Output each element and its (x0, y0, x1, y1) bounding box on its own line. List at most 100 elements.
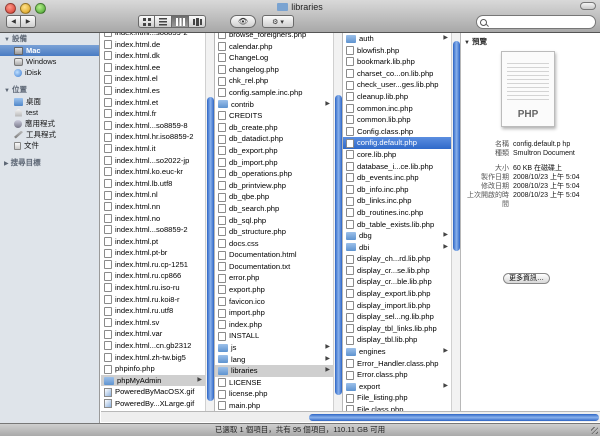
list-item[interactable]: index.html.nl (101, 189, 214, 201)
sidebar-section-devices[interactable]: ▼ 設備 (0, 33, 99, 45)
list-item[interactable]: db_links.inc.php (343, 195, 460, 207)
icon-view-button[interactable] (138, 15, 155, 28)
sidebar-item-mac[interactable]: Mac (0, 45, 99, 56)
sidebar-item-idisk[interactable]: iDisk (0, 67, 99, 78)
list-item[interactable]: display_export.lib.php (343, 288, 460, 300)
list-item[interactable]: index.html...so2022-jp (101, 155, 214, 167)
list-item[interactable]: bookmark.lib.php (343, 56, 460, 68)
list-item[interactable]: display_cr...ble.lib.php (343, 276, 460, 288)
list-item[interactable]: Documentation.html (215, 249, 342, 261)
list-item[interactable]: phpinfo.php (101, 363, 214, 375)
action-menu-button[interactable]: ⚙ ▾ (262, 15, 294, 28)
list-item[interactable]: index.html.de (101, 39, 214, 51)
coverflow-view-button[interactable] (189, 15, 206, 28)
list-item[interactable]: display_cr...se.lib.php (343, 265, 460, 277)
list-item[interactable]: db_datadict.php (215, 133, 342, 145)
list-item[interactable]: index.html.ru.cp-1251 (101, 259, 214, 271)
horizontal-scroll-thumb[interactable] (309, 414, 599, 421)
list-item[interactable]: display_ch...rd.lib.php (343, 253, 460, 265)
list-item[interactable]: chk_rel.php (215, 75, 342, 87)
list-item[interactable]: charset_co...on.lib.php (343, 68, 460, 80)
list-item[interactable]: check_user...ges.lib.php (343, 79, 460, 91)
column-view-button[interactable] (172, 15, 189, 28)
list-item[interactable]: index.html.hr.iso8859-2 (101, 131, 214, 143)
list-item[interactable]: index.html.nn (101, 201, 214, 213)
column-1-scroll-thumb[interactable] (207, 97, 214, 401)
back-button[interactable]: ◀ (6, 15, 21, 28)
list-item[interactable]: index.html.var (101, 328, 214, 340)
list-item[interactable]: db_info.inc.php (343, 184, 460, 196)
list-item[interactable]: index.html.es (101, 85, 214, 97)
list-item[interactable]: CREDITS (215, 110, 342, 122)
list-item[interactable]: display_tbl_links.lib.php (343, 323, 460, 335)
search-field[interactable] (476, 15, 596, 29)
list-item[interactable]: index.html.pt-br (101, 247, 214, 259)
list-item[interactable]: db_events.inc.php (343, 172, 460, 184)
sidebar-section-places[interactable]: ▼ 位置 (0, 84, 99, 96)
list-item[interactable]: database_i...ce.lib.php (343, 161, 460, 173)
list-item[interactable]: index.html.ru.cp866 (101, 270, 214, 282)
sidebar-item-windows[interactable]: Windows (0, 56, 99, 67)
list-item[interactable]: db_sql.php (215, 215, 342, 227)
list-item[interactable]: ChangeLog (215, 52, 342, 64)
list-view-button[interactable] (155, 15, 172, 28)
horizontal-scrollbar[interactable] (101, 411, 600, 422)
list-item[interactable]: index.html.et (101, 97, 214, 109)
sidebar-item-home[interactable]: test (0, 107, 99, 118)
list-item[interactable]: Config.class.php (343, 126, 460, 138)
list-item[interactable]: index.html.pt (101, 236, 214, 248)
list-item[interactable]: common.inc.php (343, 103, 460, 115)
forward-button[interactable]: ▶ (21, 15, 36, 28)
column-1-scrollbar[interactable] (205, 33, 214, 411)
list-item[interactable]: display_sel...ng.lib.php (343, 311, 460, 323)
list-item[interactable]: db_table_exists.lib.php (343, 219, 460, 231)
list-item[interactable]: INSTALL (215, 330, 342, 342)
list-item[interactable]: export.php (215, 284, 342, 296)
search-input[interactable] (493, 18, 593, 26)
list-item[interactable]: dbi ▶ (343, 242, 460, 254)
list-item[interactable]: common.lib.php (343, 114, 460, 126)
quick-look-button[interactable]: 👁 (230, 15, 256, 28)
list-item[interactable]: db_import.php (215, 157, 342, 169)
list-item[interactable]: File_listing.php (343, 392, 460, 404)
list-item[interactable]: index.html.ko.euc-kr (101, 166, 214, 178)
sidebar-item-documents[interactable]: 文件 (0, 140, 99, 151)
list-item[interactable]: changelog.php (215, 64, 342, 76)
list-item[interactable]: blowfish.php (343, 45, 460, 57)
sidebar-section-search[interactable]: ▶ 搜尋目標 (0, 157, 99, 169)
resize-grip-icon[interactable] (591, 427, 598, 434)
column-3-scrollbar[interactable] (451, 33, 460, 411)
list-item[interactable]: Error_Handler.class.php (343, 358, 460, 370)
column-2-scroll-thumb[interactable] (335, 95, 342, 395)
list-item[interactable]: Error.class.php (343, 369, 460, 381)
list-item[interactable]: LICENSE (215, 377, 342, 389)
list-item[interactable]: PoweredBy...XLarge.gif (101, 398, 214, 410)
list-item[interactable]: index.html.no (101, 213, 214, 225)
column-2-scrollbar[interactable] (333, 33, 342, 411)
column-2[interactable]: browse_foreigners.php calendar.php ChangeL… (215, 33, 343, 411)
list-item[interactable]: core.lib.php (343, 149, 460, 161)
sidebar-item-desktop[interactable]: 桌面 (0, 96, 99, 107)
list-item[interactable]: import.php (215, 307, 342, 319)
list-item[interactable]: lang ▶ (215, 354, 342, 366)
list-item[interactable]: index.html...so8859-2 (101, 224, 214, 236)
list-item[interactable]: phpMyAdmin ▶ (101, 374, 214, 387)
list-item[interactable]: index.html.ee (101, 62, 214, 74)
list-item[interactable]: favicon.ico (215, 296, 342, 308)
list-item[interactable]: db_printview.php (215, 180, 342, 192)
list-item[interactable]: db_create.php (215, 122, 342, 134)
list-item[interactable]: display_import.lib.php (343, 300, 460, 312)
list-item[interactable]: cleanup.lib.php (343, 91, 460, 103)
more-info-button[interactable]: 更多資訊… (503, 273, 550, 284)
list-item[interactable]: error.php (215, 272, 342, 284)
column-3[interactable]: auth ▶ blowfish.php bookmark.lib.php charset… (343, 33, 461, 411)
list-item[interactable]: dbg ▶ (343, 230, 460, 242)
list-item[interactable]: config.default.php (343, 137, 460, 149)
list-item[interactable]: index.html.dk (101, 50, 214, 62)
list-item[interactable]: db_search.php (215, 203, 342, 215)
list-item[interactable]: engines ▶ (343, 346, 460, 358)
list-item[interactable]: db_structure.php (215, 226, 342, 238)
column-1[interactable]: index.html...so8859-2 index.html.de index.… (101, 33, 215, 411)
list-item[interactable]: index.html.el (101, 73, 214, 85)
list-item[interactable]: index.html.fr (101, 108, 214, 120)
